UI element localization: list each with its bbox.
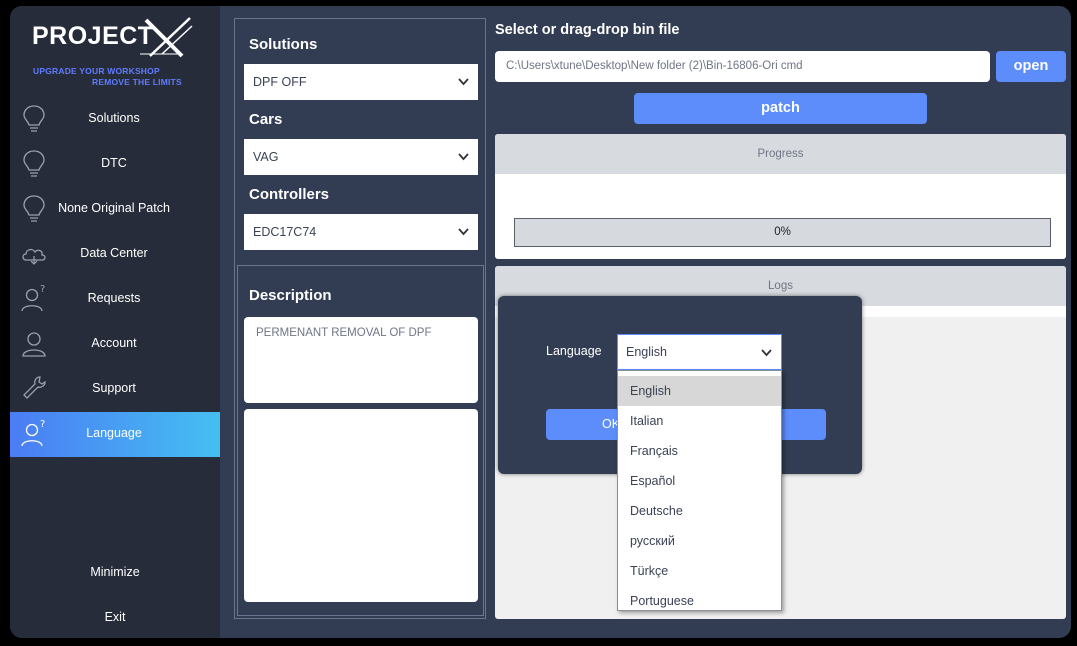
solutions-value: DPF OFF (253, 75, 307, 89)
language-selected-value: English (626, 345, 667, 359)
sidebar-item-label: Language (86, 426, 142, 440)
language-option-english[interactable]: English (618, 376, 781, 406)
tagline-line2: REMOVE THE LIMITS (92, 77, 182, 87)
tagline-line1: UPGRADE YOUR WORKSHOP (33, 66, 160, 76)
sidebar: PROJECT UPGRADE YOUR WORKSHOP REMOVE THE… (10, 6, 220, 638)
logo: PROJECT (32, 17, 212, 68)
controllers-value: EDC17C74 (253, 225, 317, 239)
logo-x-icon (140, 17, 193, 58)
language-option-turkish[interactable]: Türkçe (618, 556, 781, 586)
language-option-spanish[interactable]: Español (618, 466, 781, 496)
sidebar-item-label: Requests (87, 291, 141, 305)
progress-bar: 0% (514, 218, 1051, 247)
minimize-button[interactable]: Minimize (10, 552, 220, 592)
logo-text: PROJECT (32, 22, 154, 50)
sidebar-item-label: Support (92, 381, 136, 395)
solutions-label: Solutions (249, 36, 318, 53)
description-label: Description (249, 287, 332, 304)
sidebar-item-label: None Original Patch (58, 201, 170, 215)
file-label: Select or drag-drop bin file (495, 22, 680, 38)
language-option-portuguese[interactable]: Portuguese (618, 586, 781, 616)
language-select[interactable]: English (617, 334, 782, 370)
language-option-russian[interactable]: русский (618, 526, 781, 556)
sidebar-item-dtc[interactable]: DTC (10, 142, 220, 187)
patch-button[interactable]: patch (634, 93, 927, 124)
solutions-select[interactable]: DPF OFF (244, 64, 478, 100)
language-label: Language (546, 344, 602, 358)
file-path-input[interactable]: C:\Users\xtune\Desktop\New folder (2)\Bi… (495, 51, 990, 82)
notes-area[interactable] (244, 409, 478, 602)
progress-panel: Progress 0% (495, 134, 1066, 259)
sidebar-item-support[interactable]: Support (10, 367, 220, 412)
sidebar-item-account[interactable]: Account (10, 322, 220, 367)
sidebar-item-label: Account (91, 336, 137, 350)
sidebar-item-label: Solutions (88, 111, 140, 125)
description-text[interactable]: PERMENANT REMOVAL OF DPF (244, 317, 478, 403)
cars-value: VAG (253, 150, 279, 164)
exit-button[interactable]: Exit (10, 597, 220, 637)
chevron-down-icon (458, 153, 469, 161)
sidebar-item-data-center[interactable]: Data Center (10, 232, 220, 277)
progress-percent: 0% (774, 226, 791, 238)
language-option-italian[interactable]: Italian (618, 406, 781, 436)
open-button[interactable]: open (996, 51, 1066, 82)
chevron-down-icon (458, 78, 469, 86)
chevron-down-icon (761, 349, 772, 357)
sidebar-item-language[interactable]: ? Language (10, 412, 220, 457)
language-option-french[interactable]: Français (618, 436, 781, 466)
sidebar-item-solutions[interactable]: Solutions (10, 97, 220, 142)
chevron-down-icon (458, 228, 469, 236)
progress-header: Progress (495, 134, 1066, 174)
controllers-select[interactable]: EDC17C74 (244, 214, 478, 250)
cars-label: Cars (249, 111, 283, 128)
app-window: PROJECT UPGRADE YOUR WORKSHOP REMOVE THE… (10, 6, 1071, 638)
sidebar-item-label: Data Center (80, 246, 148, 260)
cars-select[interactable]: VAG (244, 139, 478, 175)
sidebar-item-requests[interactable]: ? Requests (10, 277, 220, 322)
sidebar-item-label: DTC (101, 156, 127, 170)
controllers-label: Controllers (249, 186, 330, 203)
sidebar-item-none-original-patch[interactable]: None Original Patch (10, 187, 220, 232)
language-option-german[interactable]: Deutsche (618, 496, 781, 526)
language-dropdown: English Italian Français Español Deutsch… (617, 370, 782, 611)
